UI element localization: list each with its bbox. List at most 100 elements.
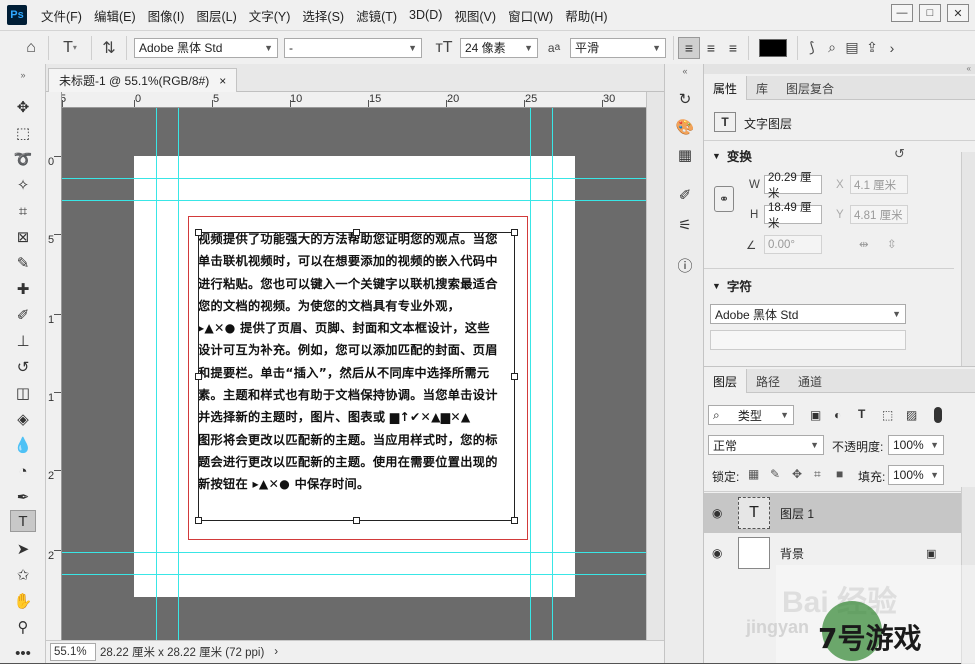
character-font-select[interactable]: Adobe 黑体 Std ▼ (710, 304, 906, 324)
more-tools-icon[interactable]: ••• (10, 642, 36, 664)
layer-name[interactable]: 图层 1 (780, 505, 814, 522)
guide-line[interactable] (62, 178, 646, 179)
menu-filter[interactable]: 滤镜(T) (350, 6, 403, 25)
character-section-header[interactable]: ▼ 字符 (712, 276, 752, 295)
character-style-select[interactable] (710, 330, 906, 350)
align-left-button[interactable]: ≡ (678, 36, 700, 59)
transform-handle[interactable] (511, 229, 518, 236)
transform-handle[interactable] (511, 373, 518, 380)
frame-tool-icon[interactable]: ⊠ (10, 226, 36, 248)
filter-type-icon[interactable]: T (858, 407, 865, 421)
canvas-scrollbar[interactable] (646, 92, 664, 640)
paint-bucket-tool-icon[interactable]: ◈ (10, 408, 36, 430)
layer-filter-select[interactable]: ⌕ 类型 ▼ (708, 405, 794, 425)
align-right-button[interactable]: ≡ (722, 37, 744, 59)
flip-horizontal-icon[interactable]: ⇹ (859, 237, 869, 251)
transform-handle[interactable] (195, 373, 202, 380)
y-field[interactable]: 4.81 厘米 (850, 205, 908, 224)
flip-vertical-icon[interactable]: ⇳ (887, 237, 897, 251)
transform-handle[interactable] (195, 229, 202, 236)
filter-adjustment-icon[interactable]: ◐ (834, 408, 841, 422)
lock-pixels-icon[interactable]: ✎ (770, 467, 780, 481)
color-panel-icon[interactable]: 🎨 (674, 116, 696, 138)
type-tool-preset-icon[interactable]: T ▾ (53, 36, 87, 60)
warp-text-icon[interactable]: ⟆ (802, 36, 822, 60)
filter-smart-object-icon[interactable]: ▨ (906, 408, 917, 422)
move-tool-icon[interactable]: ✥ (10, 96, 36, 118)
blur-tool-icon[interactable]: 💧 (10, 434, 36, 456)
menu-layer[interactable]: 图层(L) (190, 6, 242, 25)
tab-channels[interactable]: 通道 (789, 369, 831, 393)
menu-3d[interactable]: 3D(D) (403, 8, 448, 22)
visibility-eye-icon[interactable]: ◉ (712, 546, 722, 560)
angle-field[interactable]: 0.00° (764, 235, 822, 254)
eraser-tool-icon[interactable]: ◫ (10, 382, 36, 404)
blend-mode-select[interactable]: 正常 ▼ (708, 435, 824, 455)
fill-field[interactable]: 100% ▼ (888, 465, 944, 485)
lock-transparent-icon[interactable]: ▦ (748, 467, 759, 481)
minimize-button[interactable]: — (891, 4, 913, 22)
pen-tool-icon[interactable]: ✒ (10, 486, 36, 508)
canvas-area[interactable]: 视频提供了功能强大的方法帮助您证明您的观点。当您 单击联机视频时，可以在想要添加… (62, 108, 646, 640)
menu-type[interactable]: 文字(Y) (243, 6, 297, 25)
swatches-panel-icon[interactable]: ▦ (674, 144, 696, 166)
tab-properties[interactable]: 属性 (704, 76, 748, 100)
tab-libraries[interactable]: 库 (747, 76, 777, 100)
dodge-tool-icon[interactable]: ◔ (10, 460, 36, 482)
link-icon[interactable]: ⚭ (714, 186, 734, 212)
more-icon[interactable]: › (882, 36, 902, 60)
transform-handle[interactable] (195, 517, 202, 524)
shape-tool-icon[interactable]: ✩ (10, 564, 36, 586)
x-field[interactable]: 4.1 厘米 (850, 175, 908, 194)
layer-row[interactable]: ◉ T 图层 1 (704, 493, 975, 533)
menu-image[interactable]: 图像(I) (142, 6, 191, 25)
eyedropper-tool-icon[interactable]: ✎ (10, 252, 36, 274)
share-icon[interactable]: ⇪ (862, 36, 882, 60)
brush-tool-icon[interactable]: ✐ (10, 304, 36, 326)
clone-stamp-tool-icon[interactable]: ⊥ (10, 330, 36, 352)
character-panel-icon[interactable]: ▤ (842, 36, 862, 60)
guide-line[interactable] (530, 108, 531, 640)
lasso-tool-icon[interactable]: ➰ (10, 148, 36, 170)
guide-line[interactable] (62, 200, 646, 201)
home-icon[interactable]: ⌂ (18, 36, 44, 60)
guide-line[interactable] (178, 108, 179, 640)
lock-position-icon[interactable]: ✥ (792, 467, 802, 481)
close-tab-icon[interactable]: × (219, 74, 226, 88)
marquee-tool-icon[interactable]: ⬚ (10, 122, 36, 144)
status-menu-arrow[interactable]: › (274, 646, 278, 658)
history-brush-tool-icon[interactable]: ↺ (10, 356, 36, 378)
guide-line[interactable] (552, 108, 553, 640)
font-style-select[interactable]: - ▼ (284, 37, 422, 58)
menu-select[interactable]: 选择(S) (296, 6, 350, 25)
transform-bounding-box[interactable] (198, 232, 515, 521)
height-field[interactable]: 18.49 厘米 (764, 202, 822, 230)
transform-handle[interactable] (353, 229, 360, 236)
tab-layer-comps[interactable]: 图层复合 (777, 76, 843, 100)
close-button[interactable]: ✕ (947, 4, 969, 22)
guide-line[interactable] (62, 574, 646, 575)
adjustments-icon[interactable]: ⚟ (674, 214, 696, 236)
reset-icon[interactable]: ↺ (894, 146, 905, 162)
menu-edit[interactable]: 编辑(E) (88, 6, 142, 25)
properties-scrollbar[interactable] (961, 152, 975, 366)
document-tab[interactable]: 未标题-1 @ 55.1%(RGB/8#) × (48, 68, 238, 92)
filter-toggle[interactable] (934, 407, 942, 423)
visibility-eye-icon[interactable]: ◉ (712, 506, 722, 520)
text-color-swatch[interactable] (759, 38, 787, 57)
menu-window[interactable]: 窗口(W) (502, 6, 559, 25)
filter-pixel-icon[interactable]: ▣ (810, 408, 821, 422)
search-icon[interactable]: ⌕ (822, 36, 842, 60)
menu-view[interactable]: 视图(V) (448, 6, 502, 25)
zoom-level-field[interactable]: 55.1% (50, 643, 96, 661)
brush-settings-icon[interactable]: ✐ (674, 184, 696, 206)
antialias-select[interactable]: 平滑 ▼ (570, 37, 666, 58)
opacity-field[interactable]: 100% ▼ (888, 435, 944, 455)
tab-paths[interactable]: 路径 (747, 369, 789, 393)
font-family-select[interactable]: Adobe 黑体 Std ▼ (134, 37, 278, 58)
filter-shape-icon[interactable]: ⬚ (882, 408, 893, 422)
hand-tool-icon[interactable]: ✋ (10, 590, 36, 612)
zoom-tool-icon[interactable]: ⚲ (10, 616, 36, 638)
layer-name[interactable]: 背景 (780, 545, 804, 562)
width-field[interactable]: 20.29 厘米 (764, 172, 822, 200)
